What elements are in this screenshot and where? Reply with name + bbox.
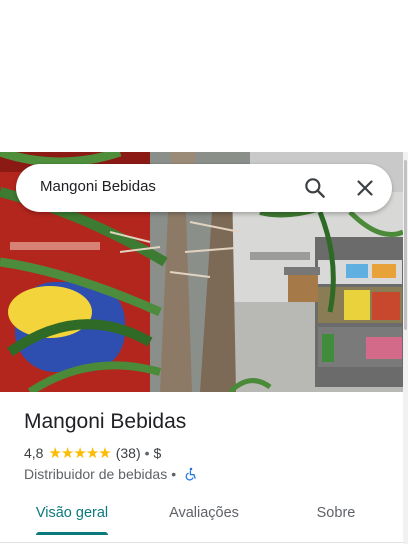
search-box[interactable]: Mangoni Bebidas [16, 164, 392, 212]
rating-value: 4,8 [24, 445, 44, 461]
price-level: $ [153, 445, 162, 461]
tab-overview[interactable]: Visão geral [28, 494, 116, 534]
category-line: Distribuidor de bebidas • [24, 465, 198, 483]
star-icon: ★ [48, 443, 61, 462]
search-input[interactable]: Mangoni Bebidas [40, 178, 156, 195]
place-title: Mangoni Bebidas [24, 410, 187, 433]
rating-line: 4,8 ★ ★ ★ ★ ★ (38) • $ [24, 444, 161, 462]
close-icon[interactable] [352, 175, 378, 201]
tab-about[interactable]: Sobre [304, 494, 368, 534]
blank-header-area [0, 0, 408, 152]
review-count[interactable]: (38) [116, 445, 141, 461]
scrollbar-thumb[interactable] [404, 160, 407, 330]
divider [0, 542, 403, 543]
separator-dot: • [171, 466, 177, 482]
separator-dot: • [144, 445, 150, 461]
place-category[interactable]: Distribuidor de bebidas [24, 466, 167, 482]
search-icon[interactable] [302, 175, 328, 201]
star-icon: ★ [60, 443, 74, 462]
star-icon: ★ [98, 443, 111, 462]
rating-stars: ★ ★ ★ ★ ★ [48, 443, 111, 462]
tab-reviews[interactable]: Avaliações [158, 494, 250, 534]
active-tab-indicator [36, 532, 108, 535]
wheelchair-icon [184, 467, 198, 481]
tab-bar: Visão geral Avaliações Sobre [0, 494, 403, 538]
star-icon: ★ [73, 443, 86, 462]
star-icon: ★ [85, 443, 99, 462]
